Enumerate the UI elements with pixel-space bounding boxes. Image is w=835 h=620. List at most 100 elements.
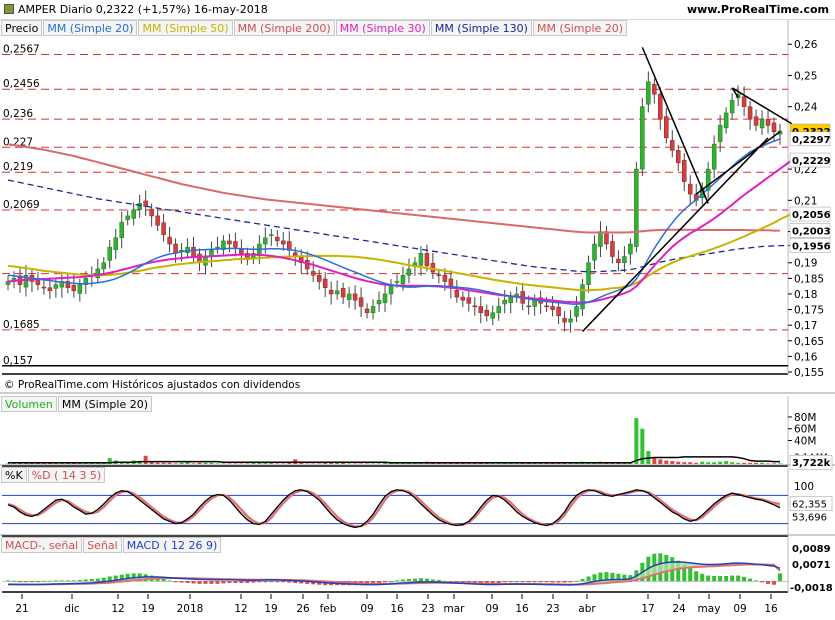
macd-badge-label: 0,0089 bbox=[792, 544, 831, 555]
sma20-line bbox=[7, 138, 781, 306]
candle bbox=[634, 168, 639, 247]
candle bbox=[723, 112, 729, 129]
macd-hist-bar bbox=[538, 581, 543, 583]
macd-hist-bar bbox=[11, 580, 16, 582]
candle bbox=[131, 209, 136, 219]
macd-hist-bar bbox=[59, 580, 64, 582]
candle bbox=[676, 150, 681, 164]
level-label: 0,1685 bbox=[3, 319, 40, 331]
candle bbox=[460, 296, 466, 301]
price-tick-label: 0,25 bbox=[794, 70, 817, 82]
macd-hist-bar bbox=[173, 581, 178, 583]
price-tick-label: 0,18 bbox=[794, 289, 817, 301]
price-badge-label: 0,2297 bbox=[792, 135, 831, 146]
macd-hist-bar bbox=[688, 567, 693, 582]
candle bbox=[478, 306, 484, 313]
candle bbox=[352, 293, 358, 301]
macd-hist-bar bbox=[700, 573, 705, 582]
x-tick-label: 19 bbox=[141, 603, 154, 615]
macd-hist-bar bbox=[532, 581, 537, 583]
candle bbox=[382, 293, 388, 303]
candle bbox=[771, 122, 777, 132]
macd-hist-bar bbox=[239, 581, 244, 583]
volume-bar bbox=[209, 462, 214, 464]
volume-bar bbox=[323, 462, 328, 464]
volume-bar bbox=[694, 462, 699, 464]
chart-canvas[interactable]: 0,25670,24560,2360,2270,2190,20690,16850… bbox=[0, 0, 835, 620]
candle bbox=[640, 106, 645, 170]
macd-hist-bar bbox=[592, 574, 597, 582]
candle bbox=[526, 305, 531, 308]
candle bbox=[610, 241, 615, 257]
candle bbox=[628, 243, 633, 255]
macd-hist-bar bbox=[23, 581, 28, 583]
stoch-badge-label: 62,355 bbox=[792, 500, 827, 511]
candle bbox=[71, 284, 77, 292]
macd-hist-bar bbox=[95, 578, 100, 582]
x-tick-label: dic bbox=[64, 603, 80, 615]
x-tick-label: 16 bbox=[764, 603, 778, 615]
macd-hist-bar bbox=[568, 581, 573, 583]
macd-hist-bar bbox=[760, 581, 765, 583]
volume-bar bbox=[347, 463, 352, 464]
candle bbox=[508, 296, 513, 303]
macd-hist-bar bbox=[730, 575, 735, 582]
macd-hist-bar bbox=[53, 580, 58, 582]
volume-bar bbox=[634, 418, 639, 464]
candle bbox=[436, 274, 442, 276]
volume-bar bbox=[664, 460, 669, 464]
candle bbox=[125, 215, 130, 220]
candle bbox=[681, 160, 687, 182]
volume-bar bbox=[305, 463, 310, 464]
candle bbox=[155, 215, 160, 226]
macd-hist-bar bbox=[724, 576, 729, 582]
x-tick-label: 09 bbox=[360, 603, 373, 615]
macd-hist-bar bbox=[29, 581, 34, 583]
macd-hist-bar bbox=[191, 581, 196, 584]
macd-hist-bar bbox=[6, 580, 10, 582]
macd-hist-bar bbox=[17, 581, 22, 583]
candle bbox=[101, 262, 107, 270]
macd-hist-bar bbox=[227, 581, 232, 583]
trendline bbox=[581, 137, 769, 332]
macd-hist-bar bbox=[550, 581, 555, 583]
candle bbox=[664, 116, 669, 139]
candle bbox=[328, 289, 334, 295]
volume-bar bbox=[730, 462, 735, 464]
macd-hist-bar bbox=[424, 578, 429, 582]
candle bbox=[215, 246, 220, 249]
macd-hist-bar bbox=[502, 581, 507, 583]
macd-hist-bar bbox=[77, 579, 82, 582]
candle bbox=[394, 281, 400, 283]
volume-bar bbox=[676, 461, 681, 464]
candle bbox=[406, 268, 412, 276]
volume-tick-label: 40M bbox=[794, 435, 816, 447]
candle bbox=[646, 81, 651, 105]
volume-bar bbox=[197, 462, 202, 464]
candle bbox=[424, 253, 430, 267]
macd-hist-bar bbox=[179, 581, 184, 583]
volume-bar bbox=[155, 462, 160, 464]
macd-hist-bar bbox=[562, 581, 567, 583]
volume-bar bbox=[688, 462, 693, 464]
price-tick-label: 0,16 bbox=[794, 351, 818, 363]
volume-tick-label: 80M bbox=[794, 412, 816, 424]
candle bbox=[400, 274, 406, 285]
volume-bar bbox=[311, 463, 316, 464]
candle bbox=[275, 236, 280, 242]
sma200-line bbox=[7, 143, 780, 234]
volume-bar bbox=[700, 461, 705, 464]
macd-hist-bar bbox=[197, 581, 202, 584]
x-tick-label: 12 bbox=[234, 603, 247, 615]
candle bbox=[496, 306, 501, 313]
candle bbox=[346, 293, 352, 300]
volume-bar bbox=[682, 462, 687, 464]
macd-hist-bar bbox=[377, 581, 382, 583]
candle bbox=[239, 249, 244, 254]
candle bbox=[532, 299, 537, 307]
volume-bar bbox=[718, 461, 723, 464]
macd-hist-bar bbox=[436, 579, 441, 582]
volume-bar bbox=[329, 462, 334, 464]
macd-hist-bar bbox=[712, 576, 717, 582]
x-tick-label: 26 bbox=[296, 603, 310, 615]
